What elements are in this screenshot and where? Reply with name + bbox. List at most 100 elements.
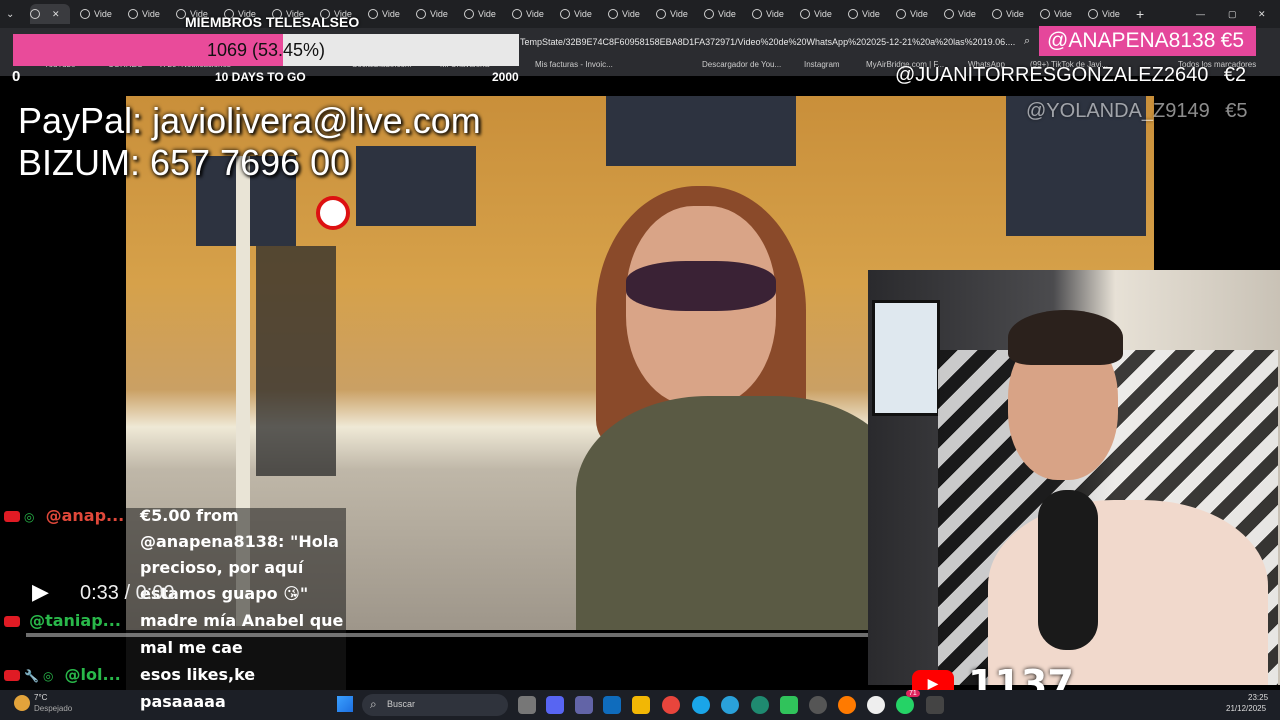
browser-tab[interactable]: Vide — [848, 4, 892, 24]
youtube-icon — [4, 670, 20, 681]
chat-author-row: 🔧 ◎ @lol... — [4, 665, 121, 684]
globe-icon — [656, 9, 666, 19]
chevron-down-icon: ⌄ — [6, 8, 15, 20]
search-icon: ⌕ — [370, 697, 377, 711]
browser-tab[interactable]: Vide — [512, 4, 556, 24]
top-donation-banner: @ANAPENA8138 €5 — [1039, 26, 1256, 56]
weather-temp[interactable]: 7°C — [34, 693, 47, 702]
tab-label: Vide — [622, 9, 640, 19]
globe-icon — [512, 9, 522, 19]
globe-icon — [992, 9, 1002, 19]
telegram-icon[interactable] — [721, 696, 739, 714]
donor-name: @YOLANDA_Z9149 — [1026, 100, 1210, 122]
browser-tab[interactable]: Vide — [80, 4, 124, 24]
browser-tab[interactable]: Vide — [752, 4, 796, 24]
goal-days-left: 10 DAYS TO GO — [215, 70, 306, 84]
browser-tab[interactable]: Vide — [464, 4, 508, 24]
browser-tab[interactable]: Vide — [1088, 4, 1132, 24]
youtube-icon — [4, 616, 20, 627]
browser-tab[interactable]: Vide — [704, 4, 748, 24]
tab-label: Vide — [478, 9, 496, 19]
browser-tab[interactable]: Vide — [560, 4, 604, 24]
chrome-icon[interactable] — [662, 696, 680, 714]
weather-icon — [14, 695, 30, 711]
tab-label: Vide — [142, 9, 160, 19]
goal-progress-bar: 1069 (53.45%) — [13, 34, 519, 66]
donation-row: @YOLANDA_Z9149 €5 — [1026, 100, 1248, 123]
tab-label: Vide — [958, 9, 976, 19]
tab-label: Vide — [1054, 9, 1072, 19]
discord-icon[interactable] — [546, 696, 564, 714]
tab-label: Vide — [1006, 9, 1024, 19]
globe-icon — [752, 9, 762, 19]
maximize-button[interactable]: ▢ — [1228, 4, 1244, 24]
teams-icon[interactable] — [575, 696, 593, 714]
bookmark-item[interactable]: Mis facturas - Invoic... — [535, 60, 613, 69]
building-window — [606, 96, 796, 166]
globe-icon — [1088, 9, 1098, 19]
url-text[interactable]: TempState/32B9E74C8F60958158EBA8D1FA3729… — [520, 37, 1015, 47]
browser-tab[interactable]: Vide — [944, 4, 988, 24]
player-progress-bar[interactable] — [26, 633, 868, 637]
goal-title: MIEMBROS TELESALSEO — [185, 14, 360, 30]
browser-tab[interactable]: Vide — [992, 4, 1036, 24]
bookmark-item[interactable]: Descargador de You... — [702, 60, 781, 69]
donation-amount: €5 — [1225, 100, 1248, 122]
minimize-button[interactable]: — — [1196, 4, 1212, 24]
browser-tab[interactable]: Vide — [800, 4, 844, 24]
outlook-icon[interactable] — [603, 696, 621, 714]
clock-time[interactable]: 23:25 — [1248, 693, 1268, 702]
tab-menu-button[interactable]: ⌄ — [6, 4, 22, 24]
chat-author: @lol... — [64, 665, 121, 684]
browser-tab[interactable]: Vide — [416, 4, 460, 24]
task-view-icon[interactable] — [518, 696, 536, 714]
tab-label: Vide — [382, 9, 400, 19]
browser-tab[interactable]: Vide — [368, 4, 412, 24]
goal-max-label: 2000 — [492, 70, 519, 84]
app-icon[interactable] — [838, 696, 856, 714]
edge-icon[interactable] — [692, 696, 710, 714]
browser-tab[interactable]: Vide — [608, 4, 652, 24]
clock-date[interactable]: 21/12/2025 — [1226, 704, 1266, 713]
paypal-text: PayPal: javiolivera@live.com — [18, 100, 481, 141]
browser-tab[interactable]: Vide — [896, 4, 940, 24]
window-close-button[interactable]: ✕ — [1258, 4, 1274, 24]
goal-min-label: 0 — [12, 68, 21, 85]
close-icon[interactable]: ✕ — [52, 9, 60, 20]
taskbar-search-box[interactable]: ⌕ Buscar — [362, 694, 508, 716]
member-icon: ◎ — [42, 669, 54, 683]
tab-active[interactable]: ✕ — [30, 4, 70, 24]
globe-icon — [1040, 9, 1050, 19]
donation-amount: €5 — [1220, 29, 1244, 52]
new-tab-button[interactable]: + — [1136, 4, 1152, 24]
globe-icon — [944, 9, 954, 19]
tab-label: Vide — [718, 9, 736, 19]
browser-tab[interactable]: Vide — [1040, 4, 1084, 24]
microphone — [1038, 490, 1098, 650]
chat-message-line: madre mía Anabel que — [140, 611, 344, 630]
globe-icon[interactable] — [751, 696, 769, 714]
browser-tab[interactable]: Vide — [656, 4, 700, 24]
globe-icon — [704, 9, 714, 19]
globe-icon — [800, 9, 810, 19]
monitor — [872, 300, 940, 416]
obs-icon[interactable] — [809, 696, 827, 714]
search-placeholder: Buscar — [387, 699, 416, 709]
tab-label: Vide — [910, 9, 928, 19]
globe-icon — [896, 9, 906, 19]
start-button[interactable] — [337, 696, 353, 712]
globe-icon — [368, 9, 378, 19]
whatsapp-icon[interactable] — [896, 696, 914, 714]
snipping-tool-icon[interactable] — [926, 696, 944, 714]
file-explorer-icon[interactable] — [632, 696, 650, 714]
youtube-icon — [4, 511, 20, 522]
app-icon[interactable] — [867, 696, 885, 714]
weather-desc[interactable]: Despejado — [34, 704, 72, 713]
zoom-icon[interactable]: ⌕ — [1024, 34, 1030, 48]
globe-icon — [80, 9, 90, 19]
play-button[interactable]: ▶ — [32, 580, 49, 605]
tab-label: Vide — [526, 9, 544, 19]
camtasia-icon[interactable] — [780, 696, 798, 714]
browser-tab[interactable]: Vide — [128, 4, 172, 24]
bookmark-item[interactable]: Instagram — [804, 60, 840, 69]
